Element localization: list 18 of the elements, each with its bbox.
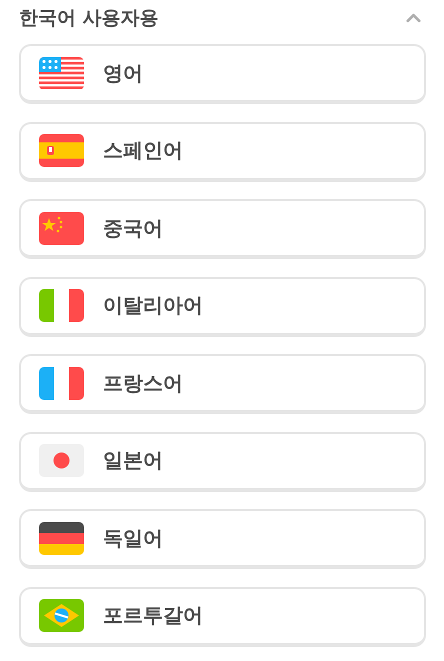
language-button[interactable]: 중국어 bbox=[19, 199, 426, 259]
section-title: 한국어 사용자용 bbox=[19, 6, 159, 31]
language-button[interactable]: 포르투갈어 bbox=[19, 586, 426, 646]
flag-icon bbox=[39, 134, 84, 167]
flag-icon bbox=[39, 444, 84, 477]
language-button[interactable]: 프랑스어 bbox=[19, 354, 426, 414]
language-button[interactable]: 이탈리아어 bbox=[19, 276, 426, 336]
chevron-up-icon[interactable] bbox=[406, 13, 421, 23]
flag-icon bbox=[39, 289, 84, 322]
flag-icon bbox=[39, 56, 84, 90]
flag-icon bbox=[39, 366, 84, 400]
language-button[interactable]: 영어 bbox=[19, 44, 426, 104]
flag-icon bbox=[39, 599, 84, 632]
language-button[interactable]: 스페인어 bbox=[19, 122, 426, 182]
language-button[interactable]: 독일어 bbox=[19, 509, 426, 569]
flag-icon bbox=[39, 212, 84, 244]
flag-icon bbox=[39, 522, 84, 554]
language-button[interactable]: 일본어 bbox=[19, 432, 426, 492]
